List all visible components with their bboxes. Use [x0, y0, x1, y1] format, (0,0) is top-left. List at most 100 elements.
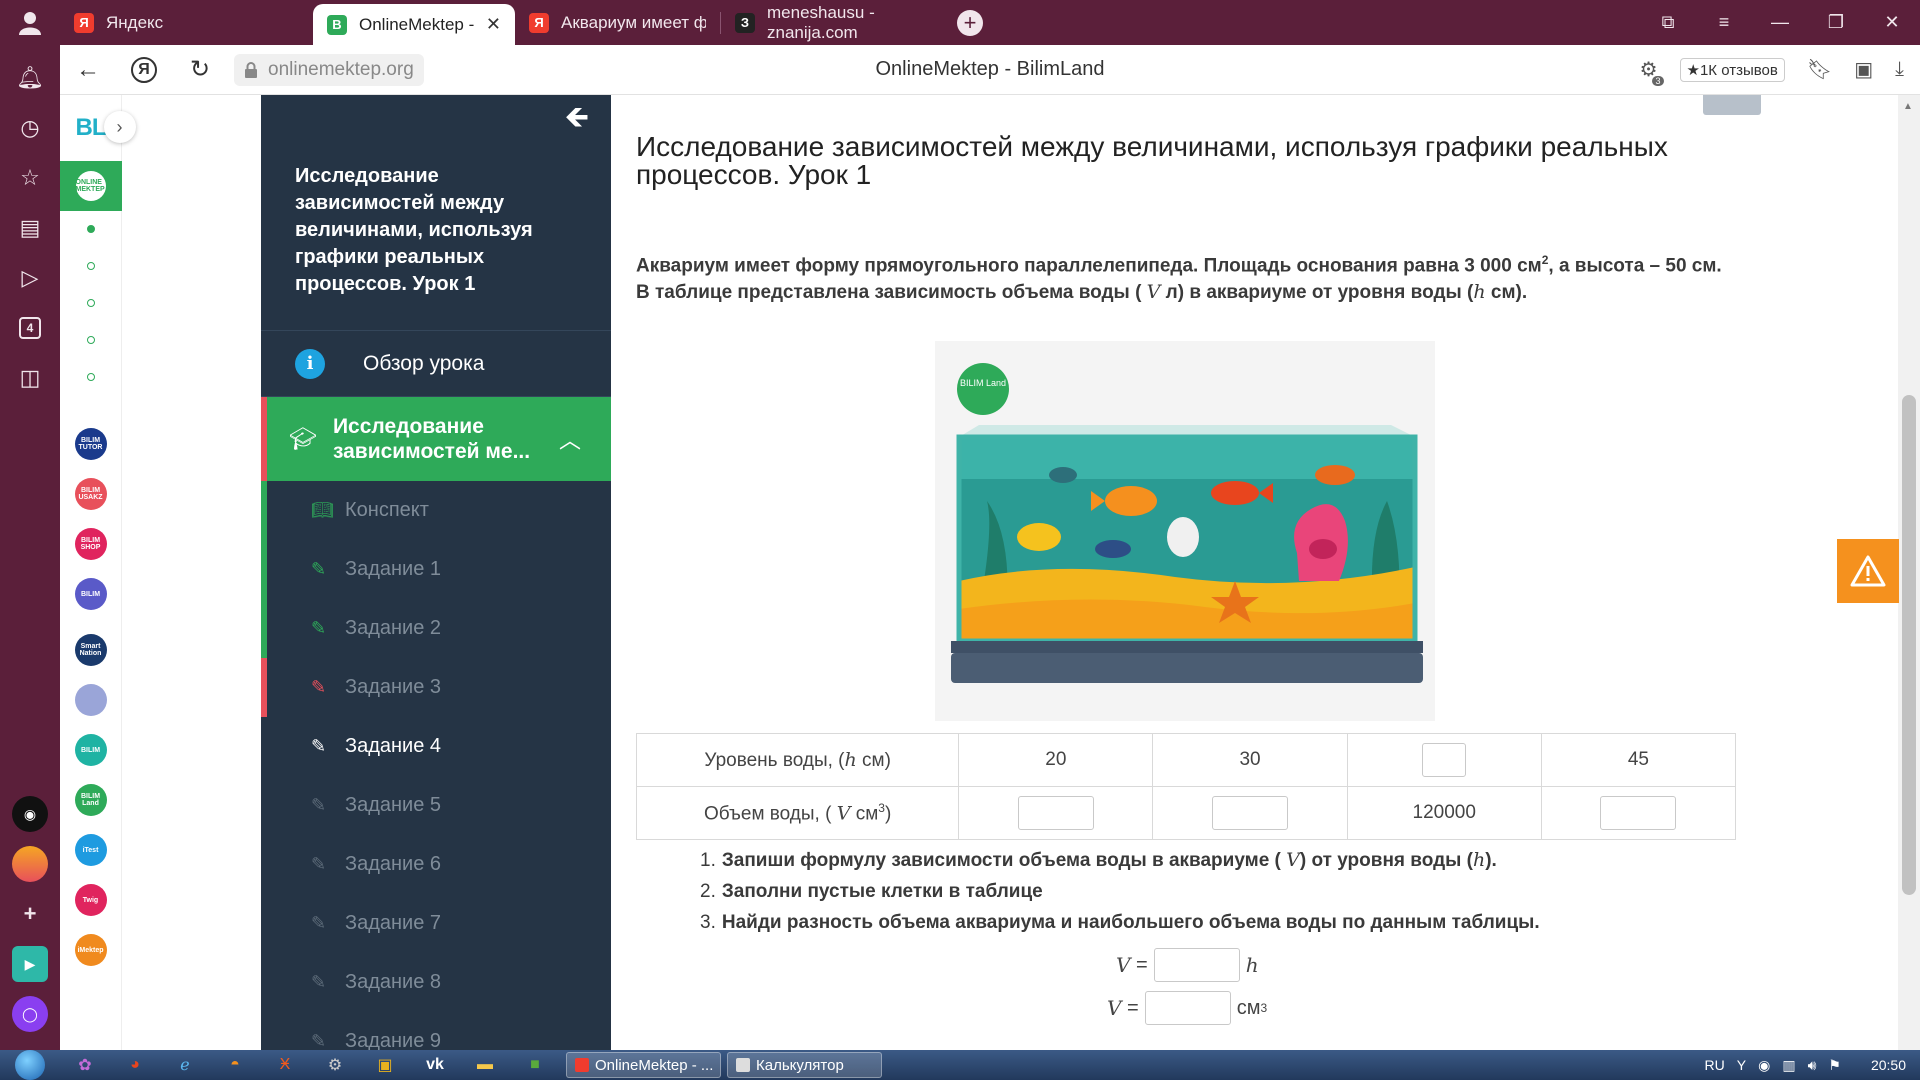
- task-label: Задание 2: [345, 617, 442, 639]
- media-icon[interactable]: ▣: [360, 1055, 410, 1075]
- menu-icon[interactable]: ≡: [1696, 12, 1752, 33]
- extension-icon[interactable]: ⚙ 3: [1640, 57, 1664, 86]
- yandex-tray-icon[interactable]: Y: [1737, 1057, 1746, 1073]
- close-window-icon[interactable]: ✕: [1864, 12, 1920, 33]
- bell-icon[interactable]: 🔔︎: [0, 53, 60, 103]
- fullscreen-button[interactable]: [1703, 95, 1761, 115]
- chrome-icon[interactable]: ◕: [110, 1056, 160, 1074]
- rail-dot[interactable]: [86, 299, 95, 307]
- lesson-task-item[interactable]: ✎ Задание 8: [261, 953, 611, 1012]
- vk-icon[interactable]: vk: [410, 1056, 460, 1074]
- answer-input[interactable]: [1017, 796, 1094, 830]
- scroll-up-icon[interactable]: ▲: [1903, 101, 1913, 112]
- odnoklassniki-icon[interactable]: Ӿ: [260, 1056, 310, 1074]
- restore-icon[interactable]: ❐: [1808, 12, 1864, 33]
- counter-icon[interactable]: 4: [0, 303, 60, 353]
- bookmark-icon[interactable]: 🔖︎: [1807, 57, 1832, 82]
- start-button[interactable]: [0, 1050, 60, 1080]
- back-arrow-icon[interactable]: 🡸: [565, 95, 589, 146]
- language-indicator[interactable]: RU: [1705, 1057, 1725, 1073]
- history-icon[interactable]: ◷: [0, 103, 60, 153]
- bilimland-app-icon[interactable]: BILIM SHOP: [74, 528, 107, 560]
- edit-icon: ✎: [311, 972, 327, 992]
- close-tab-icon[interactable]: ✕: [486, 14, 501, 35]
- collections-icon[interactable]: ▤: [0, 203, 60, 253]
- expand-rail-icon[interactable]: ›: [103, 111, 136, 143]
- messenger-icon[interactable]: ▶: [12, 946, 48, 982]
- star-icon[interactable]: ☆: [0, 153, 60, 203]
- collections-icon[interactable]: ▣: [1854, 57, 1873, 82]
- app-icon[interactable]: ✿: [60, 1055, 110, 1075]
- answer-input[interactable]: [1422, 743, 1467, 777]
- download-icon[interactable]: ⤓: [1895, 58, 1904, 81]
- rail-dot[interactable]: [86, 262, 95, 270]
- url-field[interactable]: onlinemektep.org: [234, 53, 424, 86]
- bilimland-app-icon[interactable]: Smart Nation: [74, 634, 107, 666]
- screenshot-icon[interactable]: ◫: [0, 353, 60, 403]
- antivirus-icon[interactable]: ◉: [1758, 1057, 1770, 1074]
- answer-input[interactable]: [1600, 796, 1677, 830]
- folder-icon[interactable]: ▬: [460, 1056, 510, 1074]
- vertical-scrollbar[interactable]: ▲: [1898, 95, 1920, 1050]
- bilimland-app-icon[interactable]: [74, 684, 107, 716]
- flag-icon[interactable]: ⚑: [1828, 1057, 1841, 1074]
- clock[interactable]: 20:50: [1871, 1057, 1906, 1073]
- bilimland-app-icon[interactable]: iTest: [74, 834, 107, 866]
- reviews-button[interactable]: ★1К отзывов: [1679, 57, 1785, 82]
- lesson-task-item[interactable]: ✎ Задание 4: [261, 717, 611, 776]
- volume-icon[interactable]: 🔊︎: [1808, 1057, 1817, 1074]
- lesson-task-item[interactable]: ✎ Задание 6: [261, 835, 611, 894]
- lesson-task-item[interactable]: ✎ Задание 2: [261, 599, 611, 658]
- alice-icon[interactable]: ◯: [12, 996, 48, 1032]
- minecraft-icon[interactable]: ■: [510, 1056, 560, 1074]
- bilimland-app-icon[interactable]: Twig: [74, 884, 107, 916]
- report-problem-button[interactable]: [1837, 539, 1899, 603]
- notes-app-icon[interactable]: [12, 846, 48, 882]
- bilimland-app-icon[interactable]: BILIM Land: [74, 784, 107, 816]
- network-icon[interactable]: ▥: [1782, 1057, 1795, 1074]
- scroll-thumb[interactable]: [1902, 395, 1916, 895]
- tab-aquarium[interactable]: Я Аквариум имеет форму пр: [515, 0, 720, 45]
- answer-input[interactable]: [1212, 796, 1289, 830]
- taskbar-window-calculator[interactable]: Калькулятор: [727, 1052, 882, 1078]
- lesson-section-header[interactable]: 🎓︎ Исследование зависимостей ме... ︿: [261, 397, 611, 481]
- add-app-icon[interactable]: +: [12, 896, 48, 932]
- bilimland-app-icon[interactable]: BILIM: [74, 578, 107, 610]
- ie-icon[interactable]: ℯ: [160, 1055, 210, 1075]
- settings-icon[interactable]: ⚙: [310, 1055, 360, 1075]
- lesson-task-item[interactable]: ✎ Задание 3: [261, 658, 611, 717]
- bilimland-app-icon[interactable]: BILIM USAKZ: [74, 478, 107, 510]
- tab-znanija[interactable]: З meneshausu - znanija.com: [721, 0, 939, 45]
- lesson-task-item[interactable]: ✎ Задание 1: [261, 540, 611, 599]
- tab-yandex[interactable]: Я Яндекс: [60, 0, 313, 45]
- rail-dot[interactable]: [86, 336, 95, 344]
- lesson-overview-item[interactable]: i Обзор урока: [261, 331, 611, 397]
- rail-dot[interactable]: [86, 373, 95, 381]
- formula-input[interactable]: [1144, 991, 1231, 1025]
- lesson-task-item[interactable]: 📖︎ Конспект: [261, 481, 611, 540]
- play-icon[interactable]: ▷: [0, 253, 60, 303]
- tab-manager-icon[interactable]: ⧉: [1640, 12, 1696, 33]
- bilimland-logo[interactable]: BL ›: [60, 95, 136, 161]
- alice-camera-icon[interactable]: ◉: [12, 796, 48, 832]
- onlinemektep-app[interactable]: ONLINE MEKTEP: [59, 161, 122, 211]
- profile-icon[interactable]: [0, 0, 60, 45]
- chevron-up-icon[interactable]: ︿: [559, 423, 581, 455]
- table-row: Объем воды, ( V см3) 120000: [635, 786, 1737, 840]
- reload-icon[interactable]: ↻: [172, 55, 228, 84]
- firefox-icon[interactable]: ◓: [210, 1056, 260, 1074]
- taskbar-window-browser[interactable]: OnlineMektep - ...: [566, 1052, 721, 1078]
- new-tab-button[interactable]: +: [957, 9, 983, 36]
- lesson-task-item[interactable]: ✎ Задание 5: [261, 776, 611, 835]
- yandex-home-icon[interactable]: Я: [116, 56, 172, 83]
- tab-onlinemektep[interactable]: B OnlineMektep - BilimLand ✕: [313, 4, 515, 45]
- lesson-task-item[interactable]: ✎ Задание 7: [261, 894, 611, 953]
- rail-dot[interactable]: [86, 225, 95, 233]
- bilimland-app-icon[interactable]: iMektep: [74, 934, 107, 966]
- formula-input[interactable]: [1153, 948, 1240, 982]
- bilimland-app-icon[interactable]: BILIM: [74, 734, 107, 766]
- lesson-task-item[interactable]: ✎ Задание 9: [261, 1012, 611, 1050]
- back-icon[interactable]: ←: [60, 56, 116, 84]
- bilimland-app-icon[interactable]: BILIM TUTOR: [74, 428, 107, 460]
- minimize-icon[interactable]: —: [1752, 12, 1808, 33]
